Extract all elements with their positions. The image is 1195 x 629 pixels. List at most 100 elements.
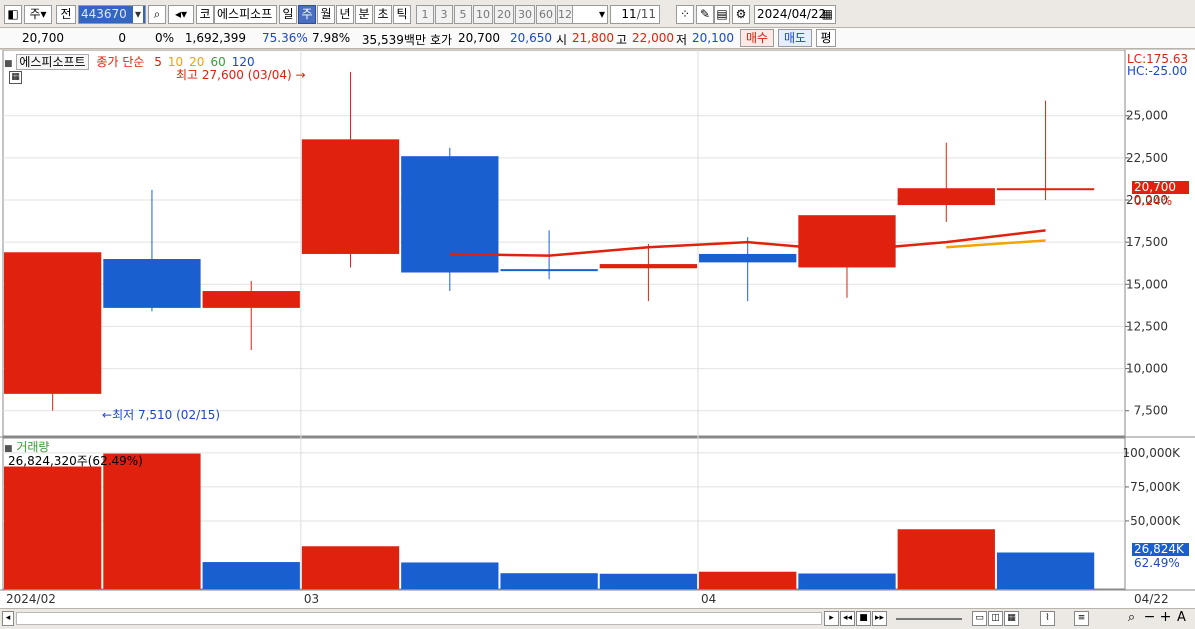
chart-area[interactable]: 7,500 10,000 12,500 15,000 17,500 20,000 22,50… — [0, 49, 1195, 610]
min-price-text: 최저 7,510 (02/15) — [112, 408, 221, 422]
save-icon[interactable]: ▤ — [714, 5, 730, 24]
max-price-text: 최고 27,600 (03/04) — [176, 68, 292, 82]
volume-bar — [103, 453, 201, 589]
volume-value: 1,692,399 — [184, 31, 246, 45]
volume-bar — [996, 552, 1095, 589]
volume-bar — [699, 571, 797, 589]
period-button-1[interactable]: 주 — [298, 5, 316, 24]
stock-code-value: 443670 — [81, 7, 127, 21]
period-select[interactable]: 주▾ — [24, 5, 52, 24]
play-icon[interactable]: ▸ — [824, 611, 839, 626]
avg-button[interactable]: 평 — [816, 29, 836, 47]
volume-bar — [599, 573, 698, 589]
period-select-value: 주 — [29, 7, 41, 21]
prev-button[interactable]: 전 — [56, 5, 76, 24]
price-tick-label: 22,500 — [1126, 151, 1168, 165]
price-tick-label: 17,500 — [1126, 235, 1168, 249]
period-button-2[interactable]: 월 — [317, 5, 335, 24]
indicator-icon[interactable]: ⌇ — [1040, 611, 1055, 626]
buy-button[interactable]: 매수 — [740, 29, 774, 47]
interval-button-0[interactable]: 1 — [416, 5, 434, 24]
calendar-icon[interactable]: ▦ — [822, 6, 833, 23]
volume-bar — [798, 573, 896, 589]
low-label: 저 — [676, 33, 688, 47]
interval-button-3[interactable]: 10 — [473, 5, 493, 24]
rewind-icon[interactable]: ◂◂ — [840, 611, 855, 626]
trade-amount: 35,539백만 — [361, 33, 426, 47]
stock-code-input[interactable]: 443670 ▾ — [78, 5, 146, 24]
high-label: 고 — [616, 33, 628, 47]
scroll-left-icon[interactable]: ◂ — [2, 611, 14, 626]
hc-label: HC:-25.00 — [1127, 64, 1188, 78]
chart-window-icon[interactable]: ◧ — [4, 5, 22, 24]
sell-button[interactable]: 매도 — [778, 29, 812, 47]
price-panel-frame — [2, 49, 1126, 437]
zoom-out-icon[interactable]: − — [1142, 610, 1157, 626]
x-axis-label: 03 — [304, 592, 319, 606]
layout-split-icon[interactable]: ◫ — [988, 611, 1003, 626]
interval-button-5[interactable]: 30 — [515, 5, 535, 24]
volume-bar — [202, 562, 300, 589]
horizontal-scrollbar[interactable] — [16, 612, 822, 625]
grid-icon[interactable]: ▦ — [1004, 611, 1019, 626]
date-input[interactable]: 2024/04/22 ▦ — [754, 5, 836, 24]
period-button-4[interactable]: 분 — [355, 5, 373, 24]
font-size-icon[interactable]: A — [1174, 611, 1189, 626]
interval-button-4[interactable]: 20 — [494, 5, 514, 24]
bid-price: 20,650 — [510, 31, 552, 45]
market-badge: 코 — [196, 5, 214, 24]
candle-body — [301, 139, 400, 254]
crosshair-icon[interactable]: ⁘ — [676, 5, 694, 24]
volume-value-label: 26,824,320주(62.49%) — [8, 454, 143, 468]
x-axis-label: 2024/02 — [6, 592, 56, 606]
count-input[interactable]: 11/11 — [610, 5, 660, 24]
high-price: 22,000 — [632, 31, 674, 45]
speaker-icon[interactable]: ◂▾ — [168, 5, 194, 24]
period-button-3[interactable]: 년 — [336, 5, 354, 24]
last-price-pct: 0.24% — [1134, 194, 1173, 208]
interval-button-6[interactable]: 60 — [536, 5, 556, 24]
stop-icon[interactable]: ■ — [856, 611, 871, 626]
low-price: 20,100 — [692, 31, 734, 45]
candle-body — [996, 188, 1095, 191]
period-button-5[interactable]: 초 — [374, 5, 392, 24]
fast-forward-icon[interactable]: ▸▸ — [872, 611, 887, 626]
period-button-0[interactable]: 일 — [279, 5, 297, 24]
interval-button-1[interactable]: 3 — [435, 5, 453, 24]
volume-bar — [897, 529, 995, 589]
zoom-in-icon[interactable]: + — [1158, 610, 1173, 626]
speed-slider[interactable] — [896, 618, 962, 620]
layout-icon[interactable]: ▭ — [972, 611, 987, 626]
volume-tick-label: 100,000K — [1123, 446, 1182, 460]
candlestick-chart[interactable]: 7,50010,00012,50015,00017,50020,00022,50… — [0, 49, 1195, 610]
candle-body — [599, 264, 698, 269]
legend-stock-name[interactable]: 에스피소프트 — [16, 54, 89, 70]
x-axis-label: 04 — [701, 592, 716, 606]
chart-type-icon[interactable]: ≡ — [1074, 611, 1089, 626]
volume-tick-label: 50,000K — [1130, 514, 1181, 528]
price-tick-label: 12,500 — [1126, 319, 1168, 333]
volume-bar — [301, 546, 400, 589]
stock-name: 에스피소프 — [214, 5, 277, 24]
interval-button-2[interactable]: 5 — [454, 5, 472, 24]
table-icon[interactable]: ▦ — [9, 71, 22, 84]
legend-price-type: 종가 단순 — [96, 55, 145, 69]
left-arrow-icon: ← — [102, 408, 113, 422]
quote-label: 호가 — [430, 33, 453, 47]
period-button-6[interactable]: 틱 — [393, 5, 411, 24]
last-volume-badge: 26,824K — [1132, 543, 1189, 556]
change-pct: 0% — [154, 31, 174, 45]
candle-body — [897, 188, 995, 206]
price-tick-label: 15,000 — [1126, 277, 1168, 291]
candle-body — [3, 252, 102, 394]
draw-tool-icon[interactable]: ✎ — [696, 5, 714, 24]
gear-icon[interactable]: ⚙ — [732, 5, 750, 24]
volume-bar — [3, 466, 102, 589]
open-price: 21,800 — [572, 31, 614, 45]
zoom-search-icon[interactable]: ⌕ — [1124, 611, 1139, 626]
price-tick-label: 7,500 — [1134, 404, 1168, 418]
candle-body — [202, 291, 300, 308]
ma-legend-0: 5 — [154, 55, 162, 69]
search-icon[interactable]: ⌕ — [148, 5, 166, 24]
interval-dropdown[interactable]: ▾ — [572, 5, 608, 24]
